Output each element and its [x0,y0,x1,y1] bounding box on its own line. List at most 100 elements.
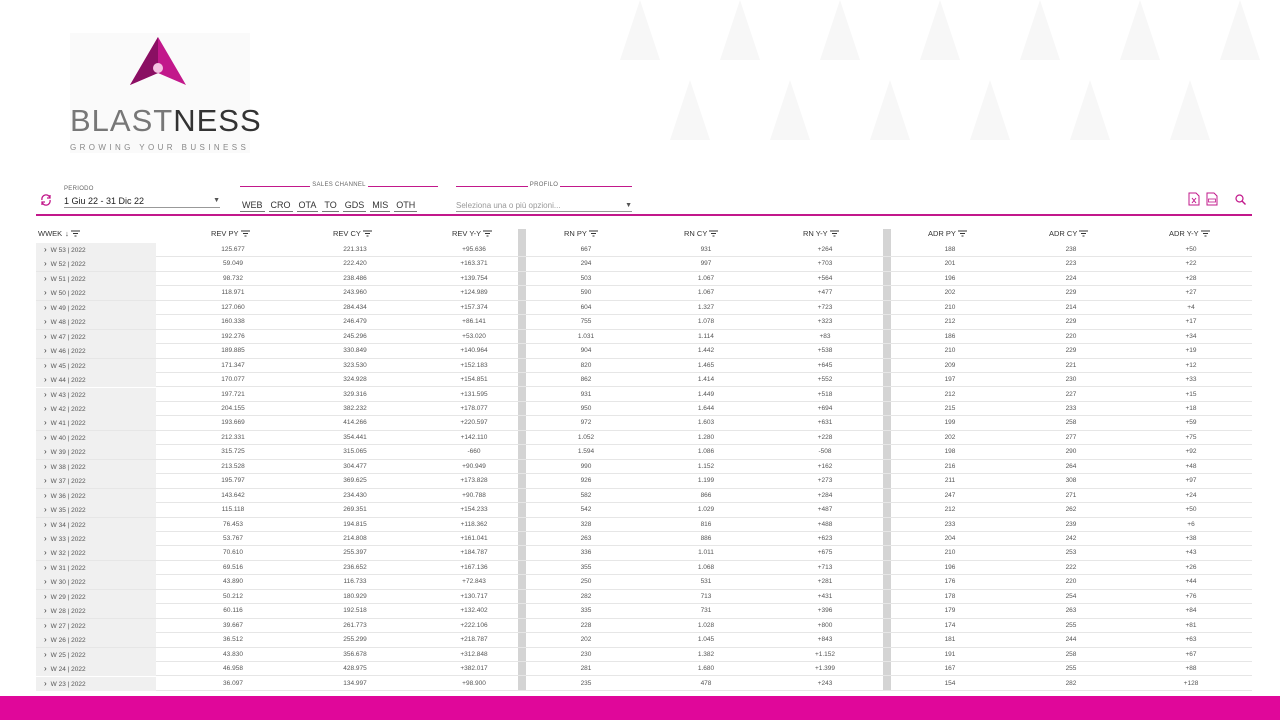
expand-chevron-icon[interactable]: › [44,563,47,572]
table-row[interactable]: › W 44 | 2022 170.077 324.928 +154.851 862 1.4… [36,373,1252,388]
expand-chevron-icon[interactable]: › [44,548,47,557]
row-week-cell[interactable]: › W 26 | 2022 [36,633,156,648]
table-row[interactable]: › W 39 | 2022 315.725 315.065 -660 1.594 1.086… [36,445,1252,460]
expand-chevron-icon[interactable]: › [44,418,47,427]
table-row[interactable]: › W 38 | 2022 213.528 304.477 +90.949 990 1.15… [36,459,1252,475]
table-row[interactable]: › W 28 | 2022 60.116 192.518 +132.402 335 731 +… [36,604,1252,619]
channel-chip-ota[interactable]: OTA [296,199,319,212]
row-week-cell[interactable]: › W 23 | 2022 [36,676,156,691]
column-header-rn-y-y[interactable]: RN Y-Y [803,229,839,242]
row-week-cell[interactable]: › W 38 | 2022 [36,459,156,474]
row-week-cell[interactable]: › W 27 | 2022 [36,618,156,633]
filter-icon[interactable] [70,229,80,239]
expand-chevron-icon[interactable]: › [44,274,47,283]
channel-chip-web[interactable]: WEB [240,199,265,212]
expand-chevron-icon[interactable]: › [44,520,47,529]
expand-chevron-icon[interactable]: › [44,245,47,254]
table-row[interactable]: › W 45 | 2022 171.347 323.530 +152.183 820 1.4… [36,358,1252,374]
row-week-cell[interactable]: › W 29 | 2022 [36,589,156,604]
table-row[interactable]: › W 25 | 2022 43.830 356.678 +312.848 230 1.38… [36,647,1252,663]
table-row[interactable]: › W 26 | 2022 36.512 255.299 +218.787 202 1.04… [36,633,1252,648]
column-header-adr-y-y[interactable]: ADR Y-Y [1169,229,1210,242]
filter-icon[interactable] [362,229,372,239]
channel-chip-cro[interactable]: CRO [268,199,293,212]
excel-export-icon[interactable] [1188,192,1200,206]
channel-chip-mis[interactable]: MIS [370,199,391,212]
profile-filter[interactable]: PROFILO Seleziona una o più opzioni... ▼ [456,182,632,212]
column-header-rn-cy[interactable]: RN CY [684,229,719,242]
filter-icon[interactable] [829,229,839,239]
table-row[interactable]: › W 53 | 2022 125.677 221.313 +95.636 667 931 +… [36,243,1252,258]
filter-icon[interactable] [588,229,598,239]
row-week-cell[interactable]: › W 35 | 2022 [36,503,156,518]
expand-chevron-icon[interactable]: › [44,361,47,370]
expand-chevron-icon[interactable]: › [44,462,47,471]
csv-export-icon[interactable] [1206,192,1218,206]
filter-icon[interactable] [957,229,967,239]
table-row[interactable]: › W 52 | 2022 59.049 222.420 +163.371 294 997 +… [36,257,1252,272]
expand-chevron-icon[interactable]: › [44,433,47,442]
table-row[interactable]: › W 43 | 2022 197.721 329.316 +131.595 931 1.4… [36,387,1252,402]
expand-chevron-icon[interactable]: › [44,635,47,644]
expand-chevron-icon[interactable]: › [44,505,47,514]
column-header-adr-cy[interactable]: ADR CY [1049,229,1089,242]
row-week-cell[interactable]: › W 52 | 2022 [36,257,156,272]
table-row[interactable]: › W 27 | 2022 39.667 261.773 +222.106 228 1.02… [36,618,1252,634]
filter-icon[interactable] [1200,229,1210,239]
row-week-cell[interactable]: › W 53 | 2022 [36,243,156,257]
column-header-adr-py[interactable]: ADR PY [928,229,967,242]
row-week-cell[interactable]: › W 41 | 2022 [36,416,156,431]
table-row[interactable]: › W 30 | 2022 43.890 116.733 +72.843 250 531 +2… [36,575,1252,590]
expand-chevron-icon[interactable]: › [44,404,47,413]
row-week-cell[interactable]: › W 46 | 2022 [36,344,156,359]
table-row[interactable]: › W 46 | 2022 189.885 330.849 +140.964 904 1.4… [36,344,1252,359]
table-row[interactable]: › W 23 | 2022 36.097 134.997 +98.900 235 478 +2… [36,676,1252,691]
channel-chip-oth[interactable]: OTH [394,199,418,212]
row-week-cell[interactable]: › W 42 | 2022 [36,401,156,416]
table-row[interactable]: › W 49 | 2022 127.060 284.434 +157.374 604 1.3… [36,300,1252,316]
row-week-cell[interactable]: › W 34 | 2022 [36,517,156,532]
filter-icon[interactable] [483,229,493,239]
expand-chevron-icon[interactable]: › [44,606,47,615]
filter-icon[interactable] [709,229,719,239]
expand-chevron-icon[interactable]: › [44,534,47,543]
row-week-cell[interactable]: › W 50 | 2022 [36,286,156,301]
column-header-rev-py[interactable]: REV PY [211,229,250,242]
period-filter[interactable]: PERIODO 1 Giu 22 - 31 Dic 22 ▼ [64,186,220,208]
expand-chevron-icon[interactable]: › [44,664,47,673]
row-week-cell[interactable]: › W 24 | 2022 [36,662,156,677]
column-header-wwek[interactable]: WWEK ↓ [38,229,80,242]
expand-chevron-icon[interactable]: › [44,491,47,500]
row-week-cell[interactable]: › W 31 | 2022 [36,560,156,575]
table-row[interactable]: › W 41 | 2022 193.669 414.266 +220.597 972 1.6… [36,416,1252,431]
search-icon[interactable] [1235,194,1246,205]
row-week-cell[interactable]: › W 49 | 2022 [36,300,156,315]
row-week-cell[interactable]: › W 51 | 2022 [36,271,156,286]
expand-chevron-icon[interactable]: › [44,303,47,312]
row-week-cell[interactable]: › W 40 | 2022 [36,430,156,445]
table-row[interactable]: › W 48 | 2022 160.338 246.479 +86.141 755 1.07… [36,315,1252,330]
expand-chevron-icon[interactable]: › [44,390,47,399]
expand-chevron-icon[interactable]: › [44,621,47,630]
expand-chevron-icon[interactable]: › [44,346,47,355]
expand-chevron-icon[interactable]: › [44,577,47,586]
row-week-cell[interactable]: › W 36 | 2022 [36,488,156,503]
row-week-cell[interactable]: › W 48 | 2022 [36,315,156,330]
row-week-cell[interactable]: › W 37 | 2022 [36,474,156,489]
row-week-cell[interactable]: › W 30 | 2022 [36,575,156,590]
table-row[interactable]: › W 51 | 2022 98.732 238.486 +139.754 503 1.06… [36,271,1252,287]
row-week-cell[interactable]: › W 47 | 2022 [36,329,156,344]
row-week-cell[interactable]: › W 28 | 2022 [36,604,156,619]
channel-chip-to[interactable]: TO [322,199,339,212]
sort-desc-icon[interactable]: ↓ [65,229,69,238]
table-row[interactable]: › W 42 | 2022 204.155 382.232 +178.077 950 1.6… [36,401,1252,417]
expand-chevron-icon[interactable]: › [44,375,47,384]
expand-chevron-icon[interactable]: › [44,259,47,268]
table-row[interactable]: › W 36 | 2022 143.642 234.430 +90.788 582 866 +… [36,488,1252,504]
row-week-cell[interactable]: › W 39 | 2022 [36,445,156,460]
row-week-cell[interactable]: › W 33 | 2022 [36,532,156,546]
table-row[interactable]: › W 29 | 2022 50.212 180.929 +130.717 282 713 +… [36,589,1252,605]
channel-chip-gds[interactable]: GDS [342,199,367,212]
row-week-cell[interactable]: › W 43 | 2022 [36,387,156,402]
period-dropdown[interactable]: 1 Giu 22 - 31 Dic 22 ▼ [64,194,220,208]
